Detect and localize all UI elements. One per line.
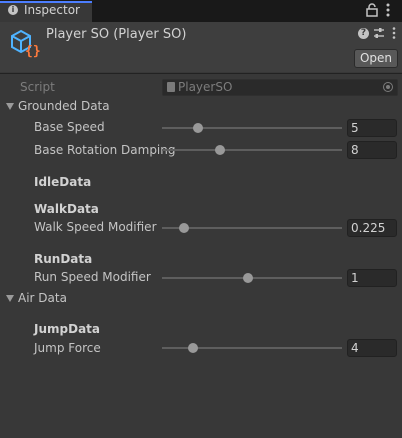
component-menu-icon[interactable] (392, 27, 396, 39)
run-speed-modifier-slider-thumb[interactable] (243, 273, 254, 283)
jump-force-label: Jump Force (34, 341, 101, 355)
script-label: Script (20, 80, 55, 94)
tab-inspector-label: Inspector (24, 3, 80, 17)
jump-force-slider-thumb[interactable] (187, 343, 198, 353)
base-rotation-damping-slider-thumb[interactable] (214, 145, 225, 155)
walk-speed-modifier-label: Walk Speed Modifier (34, 220, 157, 234)
scriptable-object-icon: {} (11, 29, 40, 58)
base-speed-slider-track[interactable] (162, 127, 342, 129)
script-file-icon (167, 82, 175, 92)
kebab-menu-icon[interactable] (386, 3, 390, 17)
base-rotation-damping-label: Base Rotation Damping (34, 143, 176, 157)
run-speed-modifier-label: Run Speed Modifier (34, 270, 151, 284)
walk-speed-modifier-slider-track[interactable] (162, 227, 342, 229)
object-picker-icon[interactable] (383, 82, 393, 92)
open-button[interactable]: Open (354, 49, 398, 68)
walk-speed-modifier-field[interactable]: 0.225 (347, 219, 397, 237)
idle-data-heading: IdleData (34, 175, 92, 189)
air-data-foldout-arrow-icon[interactable] (6, 295, 14, 302)
base-rotation-damping-field[interactable]: 8 (347, 141, 397, 159)
grounded-data-foldout-arrow-icon[interactable] (6, 103, 14, 110)
walk-data-heading: WalkData (34, 202, 99, 216)
base-speed-field[interactable]: 5 (347, 119, 397, 137)
presets-icon[interactable] (373, 27, 385, 39)
run-data-heading: RunData (34, 252, 93, 266)
base-speed-label: Base Speed (34, 120, 105, 134)
base-rotation-damping-slider-track[interactable] (162, 149, 342, 151)
help-icon[interactable]: ? (358, 28, 369, 39)
script-object-value: PlayerSO (178, 80, 233, 94)
info-icon: i (8, 5, 18, 15)
walk-speed-modifier-slider-thumb[interactable] (178, 223, 189, 233)
air-data-foldout[interactable]: Air Data (18, 291, 67, 305)
base-speed-slider-thumb[interactable] (193, 123, 203, 133)
header-divider (0, 73, 402, 74)
grounded-data-foldout[interactable]: Grounded Data (18, 99, 110, 113)
jump-force-field[interactable]: 4 (347, 339, 397, 357)
lock-icon[interactable] (366, 3, 378, 17)
svg-text:{}: {} (25, 44, 40, 58)
page-title: Player SO (Player SO) (46, 27, 187, 42)
jump-data-heading: JumpData (34, 322, 100, 336)
run-speed-modifier-field[interactable]: 1 (347, 269, 397, 287)
